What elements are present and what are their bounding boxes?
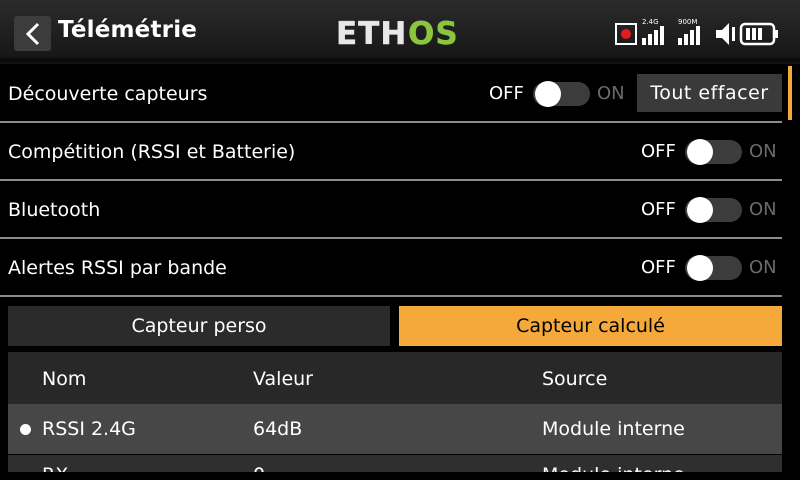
- clear-all-button[interactable]: Tout effacer: [637, 74, 782, 112]
- cell-source: Module interne: [542, 418, 685, 440]
- setting-label: Compétition (RSSI et Batterie): [8, 141, 296, 163]
- setting-row-rssi-alerts: Alertes RSSI par bande OFF ON: [0, 240, 782, 297]
- svg-text:OS: OS: [408, 16, 459, 50]
- column-header-value: Valeur: [253, 368, 313, 390]
- column-header-source: Source: [542, 368, 608, 390]
- table-row[interactable]: RSSI 2.4G 64dB Module interne: [8, 404, 782, 454]
- header-divider: [0, 58, 800, 62]
- setting-row-sensor-discovery: Découverte capteurs OFF ON Tout effacer: [0, 66, 782, 123]
- setting-row-competition: Compétition (RSSI et Batterie) OFF ON: [0, 124, 782, 181]
- page-title: Télémétrie: [58, 17, 198, 43]
- cell-value: 0: [253, 464, 265, 472]
- record-icon: [615, 23, 637, 45]
- chevron-left-icon: [25, 22, 40, 46]
- cell-value: 64dB: [253, 418, 303, 440]
- setting-label: Bluetooth: [8, 199, 101, 221]
- status-icons: 2.4G 900M: [612, 16, 792, 48]
- selected-dot-icon: [20, 424, 31, 435]
- toggle-knob: [687, 255, 713, 281]
- column-header-name: Nom: [42, 368, 87, 390]
- toggle-knob: [535, 81, 561, 107]
- back-button[interactable]: [14, 16, 51, 51]
- scrollbar[interactable]: [788, 66, 792, 120]
- svg-text:2.4G: 2.4G: [642, 18, 659, 26]
- table-row[interactable]: RX 0 Module interne: [8, 455, 782, 472]
- setting-label: Alertes RSSI par bande: [8, 257, 227, 279]
- ethos-logo: ETH OS: [336, 16, 459, 50]
- signal-900m-icon: 900M: [678, 18, 700, 45]
- cell-name: RX: [42, 464, 68, 472]
- battery-icon: [739, 22, 778, 46]
- tab-calculated-sensor[interactable]: Capteur calculé: [399, 306, 782, 346]
- speaker-icon: [716, 23, 735, 45]
- setting-label: Découverte capteurs: [8, 83, 208, 105]
- toggle-knob: [687, 139, 713, 165]
- signal-2-4g-icon: 2.4G: [642, 18, 664, 45]
- table-header: Nom Valeur Source: [8, 352, 782, 404]
- top-bar: Télémétrie ETH OS 2.4G 900M: [0, 0, 800, 64]
- cell-source: Module interne: [542, 464, 685, 472]
- toggle-knob: [687, 197, 713, 223]
- setting-row-bluetooth: Bluetooth OFF ON: [0, 182, 782, 239]
- svg-text:ETH: ETH: [336, 16, 407, 50]
- svg-text:900M: 900M: [678, 18, 697, 26]
- tab-custom-sensor[interactable]: Capteur perso: [8, 306, 390, 346]
- cell-name: RSSI 2.4G: [42, 418, 136, 440]
